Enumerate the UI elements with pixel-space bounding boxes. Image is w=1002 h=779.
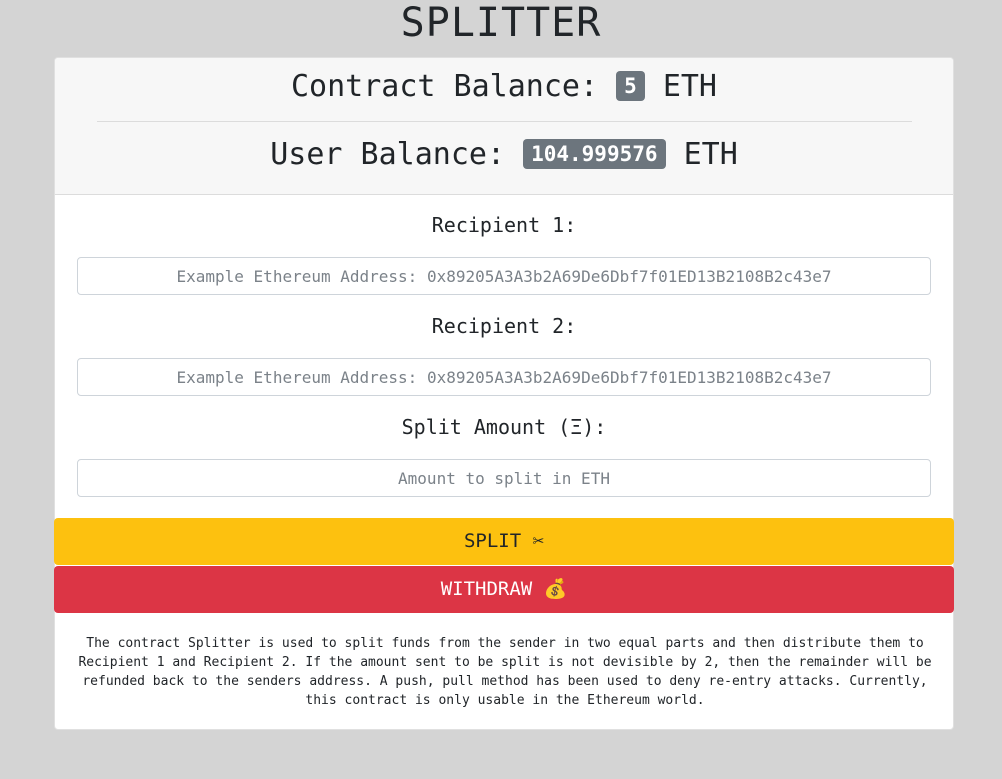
contract-balance: Contract Balance: 5 ETH bbox=[55, 67, 953, 107]
page-title: SPLITTER bbox=[400, 0, 602, 46]
splitter-card: Contract Balance: 5 ETH User Balance: 10… bbox=[54, 57, 954, 730]
split-amount-label: Split Amount (Ξ): bbox=[401, 415, 607, 439]
contract-balance-badge: 5 bbox=[616, 70, 645, 101]
contract-balance-unit: ETH bbox=[662, 69, 717, 104]
user-balance-badge: 104.999576 bbox=[523, 138, 666, 169]
contract-balance-label: Contract Balance: bbox=[290, 69, 599, 104]
recipient-2-input[interactable] bbox=[77, 358, 931, 396]
header-divider bbox=[97, 121, 912, 122]
user-balance-label: User Balance: bbox=[270, 137, 506, 172]
contract-description: The contract Splitter is used to split f… bbox=[78, 636, 932, 708]
recipient-1-label: Recipient 1: bbox=[431, 213, 577, 237]
split-button[interactable]: SPLIT ✂ bbox=[54, 518, 954, 565]
user-balance: User Balance: 104.999576 ETH bbox=[55, 135, 953, 175]
recipient-2-label: Recipient 2: bbox=[431, 314, 577, 338]
withdraw-button[interactable]: WITHDRAW 💰 bbox=[54, 566, 954, 613]
recipient-1-input[interactable] bbox=[77, 257, 931, 295]
balances-header: Contract Balance: 5 ETH User Balance: 10… bbox=[55, 58, 953, 195]
split-amount-input[interactable] bbox=[77, 459, 931, 497]
user-balance-unit: ETH bbox=[683, 137, 738, 172]
